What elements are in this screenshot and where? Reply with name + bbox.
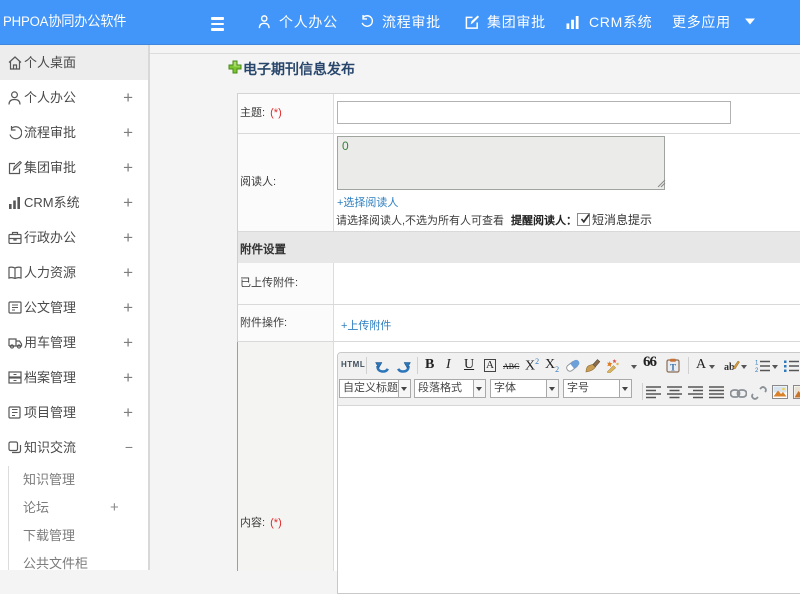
svg-text:2: 2 [755,368,759,373]
svg-text:1: 1 [755,361,759,367]
svg-text:T: T [670,363,676,373]
